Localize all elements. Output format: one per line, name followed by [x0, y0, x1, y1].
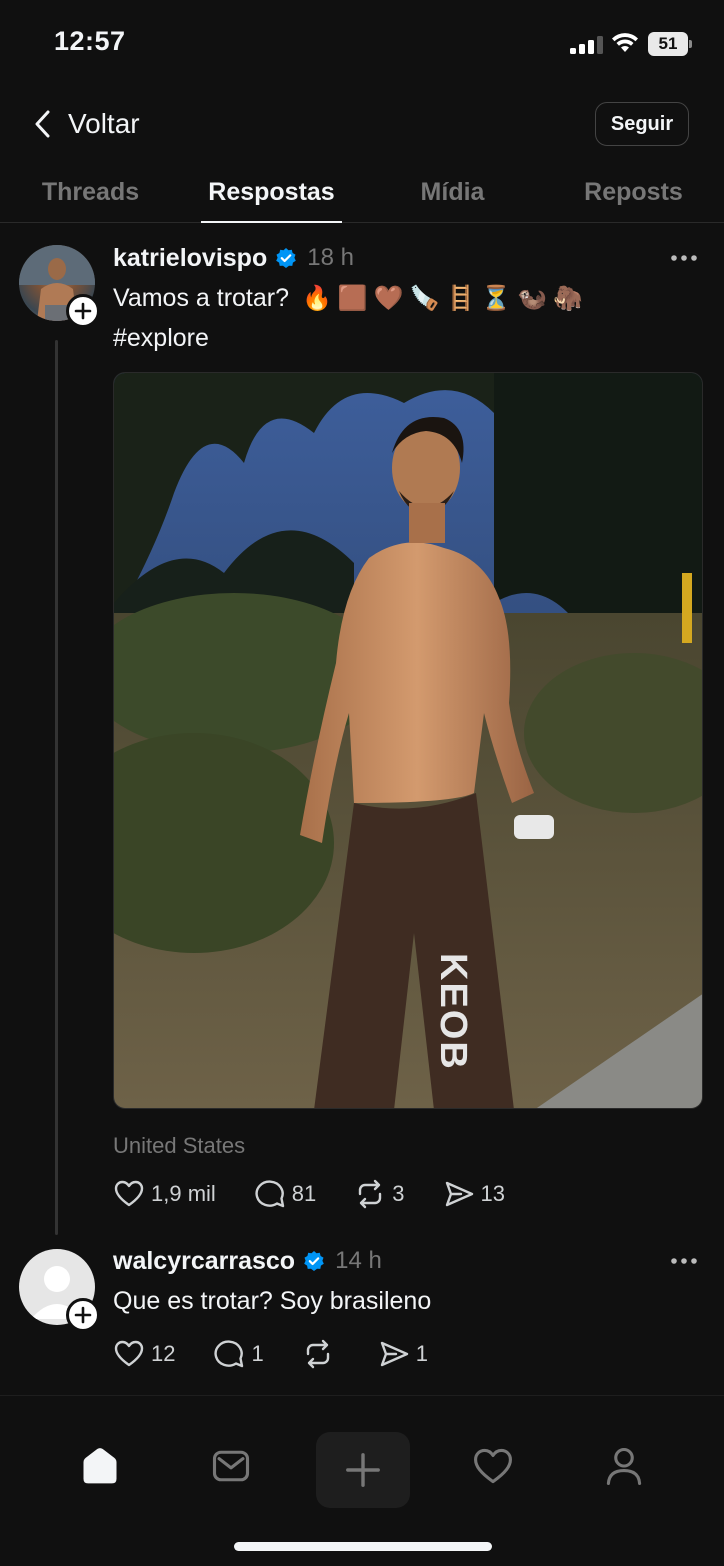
- hourglass-emoji: ⏳: [481, 285, 512, 313]
- nav-inbox[interactable]: [207, 1442, 255, 1490]
- mammoth-emoji: 🦣: [553, 285, 584, 313]
- verified-badge-icon: [304, 1251, 324, 1271]
- verified-badge-icon: [276, 248, 297, 268]
- thread-line: [55, 340, 58, 1235]
- post-location[interactable]: United States: [113, 1133, 245, 1159]
- post-time: 18 h: [307, 244, 354, 271]
- share-button[interactable]: 13: [443, 1178, 505, 1210]
- fire-emoji: 🔥: [301, 285, 332, 313]
- reply-text: Que es trotar? Soy brasileno: [113, 1287, 432, 1315]
- send-icon: [380, 1341, 408, 1367]
- post-photo[interactable]: KEOB: [113, 372, 703, 1109]
- bottom-nav: [0, 1395, 724, 1566]
- brown-square-emoji: 🟫: [337, 285, 368, 313]
- inbox-icon: [212, 1450, 250, 1482]
- reply-header: walcyrcarrasco 14 h: [113, 1245, 382, 1277]
- back-button[interactable]: Voltar: [32, 104, 140, 144]
- photo-pants-text: KEOB: [432, 953, 474, 1071]
- follow-plus-button[interactable]: [66, 294, 100, 328]
- nav-activity[interactable]: [469, 1442, 517, 1490]
- status-time: 12:57: [54, 26, 126, 56]
- home-indicator[interactable]: [234, 1542, 492, 1551]
- status-bar: 12:57 51: [0, 0, 724, 90]
- repost-icon: [306, 1339, 329, 1369]
- profile-icon: [606, 1447, 642, 1485]
- wifi-icon: [612, 33, 638, 52]
- home-icon: [83, 1448, 117, 1484]
- activity-icon: [474, 1448, 512, 1484]
- reply-actions: 12 1 1: [113, 1338, 466, 1370]
- plus-icon: [74, 302, 92, 320]
- back-label: Voltar: [68, 108, 140, 139]
- tab-respostas[interactable]: Respostas: [181, 160, 362, 223]
- reply-share-button[interactable]: 1: [378, 1338, 428, 1370]
- battery-icon: 51: [648, 32, 692, 56]
- reply-time: 14 h: [335, 1247, 382, 1274]
- like-count: 1,9 mil: [151, 1181, 216, 1206]
- post-text: Vamos a trotar?: [113, 284, 290, 312]
- nav-home[interactable]: [76, 1442, 124, 1490]
- more-options-icon[interactable]: [670, 254, 698, 262]
- reply-count: 81: [291, 1181, 317, 1206]
- reply-share-count: 1: [415, 1341, 428, 1366]
- otter-emoji: 🦦: [517, 285, 548, 313]
- comment-icon: [255, 1180, 284, 1208]
- post-username[interactable]: katrielovispo: [113, 244, 267, 273]
- repost-icon: [359, 1179, 382, 1209]
- reply-reply-button[interactable]: 1: [213, 1338, 264, 1370]
- reply-username[interactable]: walcyrcarrasco: [113, 1247, 295, 1276]
- tab-midia[interactable]: Mídia: [362, 160, 543, 222]
- profile-tabs: Threads Respostas Mídia Reposts: [0, 160, 724, 223]
- post-text-line: Vamos a trotar? 🔥 🟫 🤎 🪚 🪜 ⏳ 🦦 🦣: [113, 278, 583, 319]
- post-emojis: 🔥 🟫 🤎 🪚 🪜 ⏳ 🦦 🦣: [302, 279, 583, 319]
- like-button[interactable]: 1,9 mil: [113, 1178, 216, 1210]
- reply-reply-count: 1: [251, 1341, 264, 1366]
- ladder-emoji: 🪜: [445, 285, 476, 313]
- chevron-left-icon: [35, 110, 50, 138]
- post-actions: 1,9 mil 81 3 13: [113, 1178, 543, 1210]
- nav-profile[interactable]: [600, 1442, 648, 1490]
- repost-button[interactable]: 3: [354, 1178, 405, 1210]
- tab-threads[interactable]: Threads: [0, 160, 181, 222]
- reply-like-count: 12: [151, 1341, 176, 1366]
- repost-count: 3: [392, 1181, 405, 1206]
- follow-button[interactable]: Seguir: [595, 102, 689, 146]
- post-hashtag[interactable]: #explore: [113, 318, 209, 358]
- cellular-signal-icon: [570, 36, 603, 54]
- saw-emoji: 🪚: [409, 285, 440, 313]
- nav-create[interactable]: [316, 1432, 410, 1508]
- share-count: 13: [480, 1181, 506, 1206]
- reply-repost-button[interactable]: [302, 1338, 340, 1370]
- heart-icon: [114, 1180, 144, 1207]
- reply-more-options-icon[interactable]: [670, 1257, 698, 1265]
- heart-icon: [114, 1340, 144, 1367]
- reply-follow-plus-button[interactable]: [66, 1298, 100, 1332]
- battery-level: 51: [648, 32, 688, 56]
- reply-button[interactable]: 81: [254, 1178, 316, 1210]
- post-header: katrielovispo 18 h: [113, 242, 354, 274]
- tab-reposts[interactable]: Reposts: [543, 160, 724, 222]
- comment-icon: [214, 1340, 244, 1368]
- brown-heart-emoji: 🤎: [373, 285, 404, 313]
- plus-icon: [74, 1306, 92, 1324]
- send-icon: [445, 1181, 473, 1207]
- reply-like-button[interactable]: 12: [113, 1338, 175, 1370]
- create-icon: [346, 1453, 380, 1487]
